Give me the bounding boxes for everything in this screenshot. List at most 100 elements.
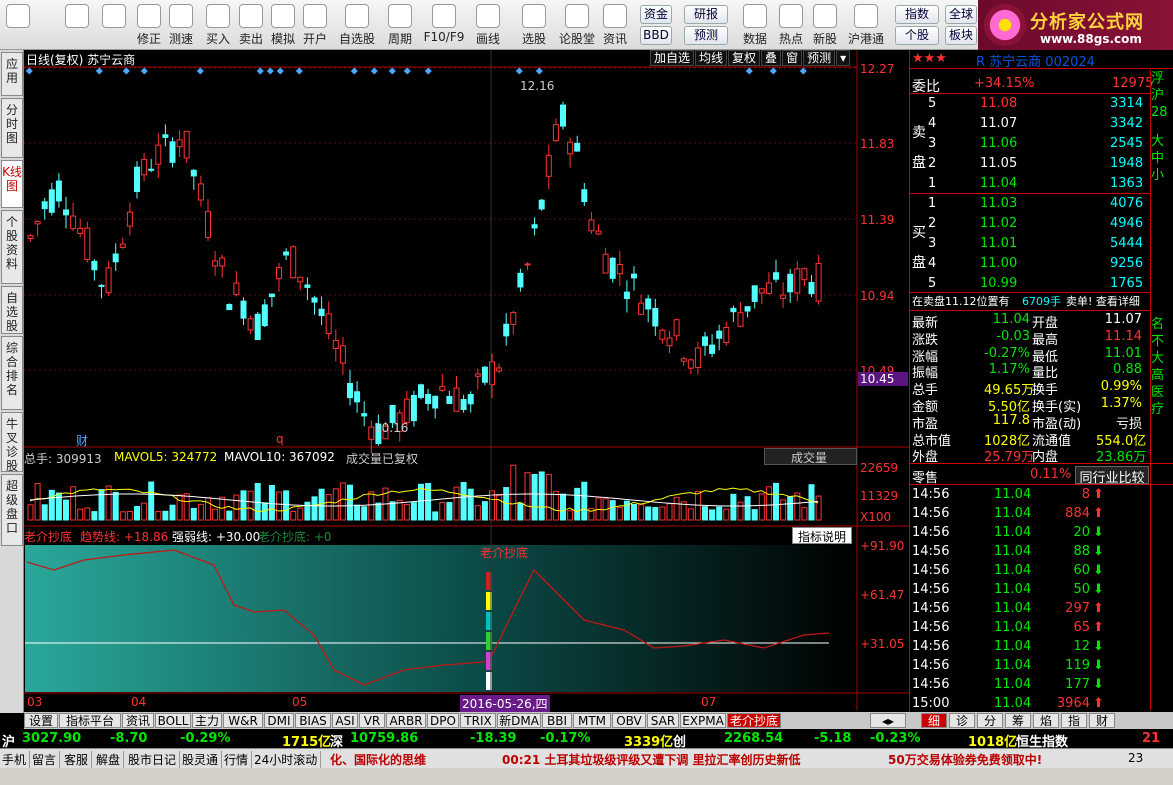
q-marker[interactable]: q — [276, 432, 284, 446]
vtab-4[interactable]: 自选股 — [1, 286, 23, 334]
indicator-tab[interactable]: MTM — [573, 713, 611, 728]
right-tab[interactable]: 指 — [1061, 713, 1087, 728]
star-button[interactable]: 自选股 — [336, 2, 378, 48]
indicator-tab[interactable]: W&R — [223, 713, 263, 728]
hk-button[interactable]: 沪港通 — [846, 2, 886, 48]
chart-top-button[interactable]: 叠 — [761, 50, 782, 66]
fund-button[interactable]: 资金 — [640, 5, 672, 24]
candlestick — [361, 413, 368, 417]
right-tab[interactable]: 财 — [1089, 713, 1115, 728]
tick-t: 14:56 — [912, 658, 950, 673]
updown-button[interactable] — [100, 2, 128, 48]
vtab-3[interactable]: 个股资料 — [1, 210, 23, 284]
sector-compare-button[interactable]: 同行业比较 — [1075, 466, 1149, 486]
sell-icon — [239, 4, 263, 28]
right-tab[interactable]: 焰 — [1033, 713, 1059, 728]
vtab-2[interactable]: K线图 — [1, 160, 23, 208]
toolbar-label: 数据 — [742, 32, 767, 46]
index-button[interactable]: 指数 — [895, 5, 939, 24]
arrow-down-icon: ⬇ — [1093, 525, 1104, 540]
vtab-5[interactable]: 综合排名 — [1, 336, 23, 410]
indicator-tab[interactable]: SAR — [647, 713, 679, 728]
indicator-tab[interactable]: BIAS — [295, 713, 331, 728]
chart-top-button[interactable]: 复权 — [728, 50, 761, 66]
back-button[interactable] — [62, 2, 92, 48]
forum-button[interactable]: 论股堂 — [558, 2, 596, 48]
pen-button[interactable]: 画线 — [468, 2, 508, 48]
indicator-tab[interactable]: 新DMA — [497, 713, 541, 728]
forecast-button[interactable]: 预测 — [684, 26, 728, 45]
vtab-0[interactable]: 应用 — [1, 52, 23, 96]
home-button[interactable] — [3, 2, 33, 48]
status-item[interactable]: 股市日记 — [128, 751, 181, 768]
indicator-tab[interactable]: ASI — [332, 713, 358, 728]
indicator-tab[interactable]: EXPMA — [680, 713, 726, 728]
chart-top-button[interactable]: 加自选 — [650, 50, 695, 66]
indicator-tab[interactable]: BBI — [542, 713, 572, 728]
indicator-tab[interactable]: VR — [359, 713, 385, 728]
volume-bar — [141, 502, 148, 521]
indicator-tab[interactable]: 设置 — [24, 713, 58, 728]
indicator-tab[interactable]: 指标平台 — [59, 713, 121, 728]
indicator-tab[interactable]: DPO — [427, 713, 459, 728]
kline-chart-area[interactable]: 日线(复权) 苏宁云商 加自选 均线 复权叠窗预测 ▾ 12.16 10.16 财 q… — [24, 50, 909, 712]
f10-button[interactable]: F10/F9 — [422, 2, 466, 48]
volume-dropdown[interactable]: 成交量 — [764, 448, 857, 465]
sell-button[interactable]: 卖出 — [236, 2, 266, 48]
research-button[interactable]: 研报 — [684, 5, 728, 24]
repair-button[interactable]: 修正 — [134, 2, 164, 48]
right-tab[interactable]: 诊 — [949, 713, 975, 728]
news-ticker-1[interactable]: 化、国际化的思维 — [330, 751, 426, 768]
right-tab[interactable]: 筹 — [1005, 713, 1031, 728]
vtab-7[interactable]: 超级盘口 — [1, 474, 23, 546]
indicator-tab[interactable]: 资讯 — [122, 713, 154, 728]
buy-button[interactable]: 买入 — [203, 2, 233, 48]
view-detail-link[interactable]: 卖单! 查看详细 — [1066, 293, 1140, 310]
volume-bar — [91, 511, 98, 521]
volume-bar — [751, 509, 758, 521]
promo-link[interactable]: 50万交易体验券免费领取中! — [888, 751, 1042, 768]
indicator-tab[interactable]: OBV — [612, 713, 646, 728]
news-ticker-2[interactable]: 00:21 土耳其垃圾级评级又遭下调 里拉汇率创历史新低 — [502, 751, 801, 768]
global-button[interactable]: 全球 — [945, 5, 977, 24]
indicator-tab[interactable]: 主力 — [192, 713, 222, 728]
hot-button[interactable]: 热点 — [776, 2, 806, 48]
chart-top-button[interactable]: 窗 — [782, 50, 803, 66]
bbd-button[interactable]: BBD — [640, 26, 672, 45]
vtab-1[interactable]: 分时图 — [1, 98, 23, 158]
indicator-tab[interactable]: DMI — [264, 713, 294, 728]
indicator-tab[interactable]: TRIX — [460, 713, 496, 728]
chart-canvas[interactable] — [24, 50, 909, 712]
status-item[interactable]: 股灵通 — [182, 751, 223, 768]
right-tab[interactable]: 分 — [977, 713, 1003, 728]
candlestick — [212, 260, 219, 267]
cycle-button[interactable]: 周期 — [382, 2, 418, 48]
chevron-down-icon[interactable]: ▾ — [836, 50, 851, 66]
status-item[interactable]: 手机 — [2, 751, 31, 768]
right-tab[interactable]: 细 — [921, 713, 947, 728]
status-item[interactable]: 解盘 — [96, 751, 125, 768]
stat-k2: 量比 — [1032, 366, 1059, 382]
clock-button[interactable]: 测速 — [166, 2, 196, 48]
status-item[interactable]: 客服 — [64, 751, 93, 768]
news-button[interactable]: 资讯 — [598, 2, 632, 48]
select-button[interactable]: 选股 — [516, 2, 552, 48]
status-item[interactable]: 留言 — [32, 751, 61, 768]
indicator-explain-button[interactable]: 指标说明 — [792, 527, 852, 544]
status-item[interactable]: 行情 — [224, 751, 253, 768]
tab-scroll-icon[interactable]: ◂▸ — [870, 713, 906, 728]
indicator-tab[interactable]: BOLL — [155, 713, 191, 728]
indicator-tab[interactable]: ARBR — [386, 713, 426, 728]
vtab-6[interactable]: 牛叉诊股 — [1, 412, 23, 473]
lock-button[interactable]: 开户 — [300, 2, 330, 48]
finance-marker[interactable]: 财 — [76, 432, 88, 449]
sector-button[interactable]: 板块 — [945, 26, 977, 45]
hammer-button[interactable]: 模拟 — [268, 2, 298, 48]
indicator-tab[interactable]: 老介抄底 — [727, 713, 781, 728]
stock-button[interactable]: 个股 — [895, 26, 939, 45]
pe-button[interactable]: 数据 — [738, 2, 772, 48]
chart-top-button[interactable]: 均线 — [695, 50, 728, 66]
newstock-button[interactable]: 新股 — [808, 2, 842, 48]
chart-top-button[interactable]: 预测 — [803, 50, 836, 66]
status-item[interactable]: 24小时滚动 — [254, 751, 322, 768]
